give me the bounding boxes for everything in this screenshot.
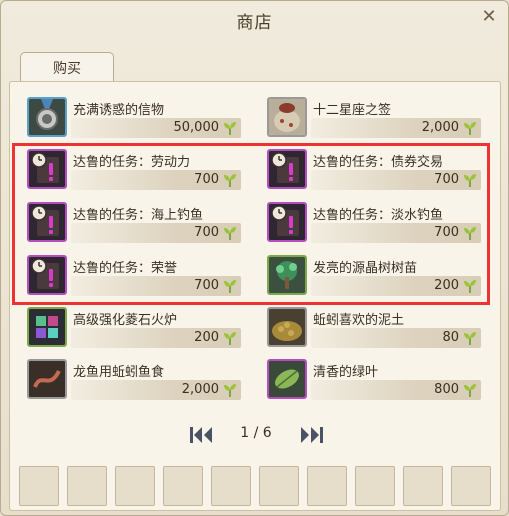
shop-window: 商店 ✕ 购买 充满诱惑的信物 50,000 十二星座之签 2,000 达鲁的任务：劳动… [0,0,509,516]
shop-item[interactable]: 达鲁的任务：债券交易 700 [267,149,481,195]
item-price: 50,000 [173,120,220,135]
soil-icon [267,307,307,347]
item-price: 700 [434,225,459,240]
item-price: 700 [194,172,219,187]
sprout-currency-icon [462,382,478,398]
medal-icon [27,97,67,137]
close-icon: ✕ [481,5,497,27]
price-bar: 50,000 [71,118,241,138]
item-name: 达鲁的任务：荣誉 [73,261,178,276]
shop-item[interactable]: 发亮的源晶树树苗 200 [267,255,481,301]
close-button[interactable]: ✕ [478,5,500,27]
quest-scroll-icon [267,202,307,242]
item-name: 十二星座之签 [313,103,392,118]
tab-buy-label: 购买 [53,60,81,77]
prev-page-icon[interactable] [188,424,216,446]
item-name: 蚯蚓喜欢的泥土 [313,313,405,328]
sprout-currency-icon [462,278,478,294]
item-price: 700 [194,278,219,293]
cart-slot[interactable] [403,466,443,506]
item-name: 发亮的源晶树树苗 [313,261,418,276]
price-bar: 2,000 [71,380,241,400]
shop-item[interactable]: 达鲁的任务：劳动力 700 [27,149,241,195]
shop-item[interactable]: 十二星座之签 2,000 [267,97,481,143]
cart-slot[interactable] [259,466,299,506]
shop-item[interactable]: 达鲁的任务：海上钓鱼 700 [27,202,241,248]
window-title: 商店 [236,12,273,33]
quest-scroll-icon [27,149,67,189]
sprout-currency-icon [222,278,238,294]
item-name: 达鲁的任务：劳动力 [73,155,191,170]
shop-item[interactable]: 达鲁的任务：荣誉 700 [27,255,241,301]
price-bar: 700 [71,170,241,190]
item-price: 80 [442,330,459,345]
item-name: 充满诱惑的信物 [73,103,165,118]
item-price: 2,000 [421,120,459,135]
sprout-currency-icon [462,172,478,188]
leaf-icon [267,359,307,399]
price-bar: 2,000 [311,118,481,138]
cart-slot[interactable] [115,466,155,506]
shop-item[interactable]: 龙鱼用蚯蚓鱼食 2,000 [27,359,241,405]
price-bar: 700 [71,276,241,296]
sprout-currency-icon [462,225,478,241]
title-bar[interactable]: 商店 [1,1,508,39]
item-price: 700 [434,172,459,187]
quest-scroll-icon [27,255,67,295]
item-price: 200 [194,330,219,345]
item-price: 800 [434,382,459,397]
fortune-bag-icon [267,97,307,137]
price-bar: 200 [311,276,481,296]
item-name: 达鲁的任务：债券交易 [313,155,444,170]
sprout-currency-icon [222,330,238,346]
quest-scroll-icon [267,149,307,189]
shop-item[interactable]: 达鲁的任务：淡水钓鱼 700 [267,202,481,248]
price-bar: 700 [311,170,481,190]
cart-slot[interactable] [67,466,107,506]
gem-cube-icon [27,307,67,347]
sprout-currency-icon [222,382,238,398]
sprout-currency-icon [222,225,238,241]
tab-buy[interactable]: 购买 [20,52,114,82]
item-name: 龙鱼用蚯蚓鱼食 [73,365,165,380]
price-bar: 700 [71,223,241,243]
next-page-icon[interactable] [297,424,325,446]
sprout-currency-icon [222,120,238,136]
cart-slot[interactable] [163,466,203,506]
price-bar: 80 [311,328,481,348]
item-price: 2,000 [181,382,219,397]
shop-item[interactable]: 充满诱惑的信物 50,000 [27,97,241,143]
page-indicator: 1 / 6 [240,425,272,441]
sprout-currency-icon [462,330,478,346]
cart-slot[interactable] [307,466,347,506]
cart-slot[interactable] [355,466,395,506]
item-name: 达鲁的任务：淡水钓鱼 [313,208,444,223]
shop-item[interactable]: 高级强化菱石火炉 200 [27,307,241,353]
item-price: 700 [194,225,219,240]
item-name: 清香的绿叶 [313,365,379,380]
pagination: 1 / 6 [1,424,509,446]
sapling-icon [267,255,307,295]
shop-item[interactable]: 清香的绿叶 800 [267,359,481,405]
shop-item[interactable]: 蚯蚓喜欢的泥土 80 [267,307,481,353]
cart-slot[interactable] [211,466,251,506]
sprout-currency-icon [222,172,238,188]
price-bar: 800 [311,380,481,400]
price-bar: 700 [311,223,481,243]
item-name: 高级强化菱石火炉 [73,313,178,328]
quest-scroll-icon [27,202,67,242]
item-name: 达鲁的任务：海上钓鱼 [73,208,204,223]
cart-slot[interactable] [19,466,59,506]
price-bar: 200 [71,328,241,348]
worm-bait-icon [27,359,67,399]
sprout-currency-icon [462,120,478,136]
cart-slot[interactable] [451,466,491,506]
item-price: 200 [434,278,459,293]
